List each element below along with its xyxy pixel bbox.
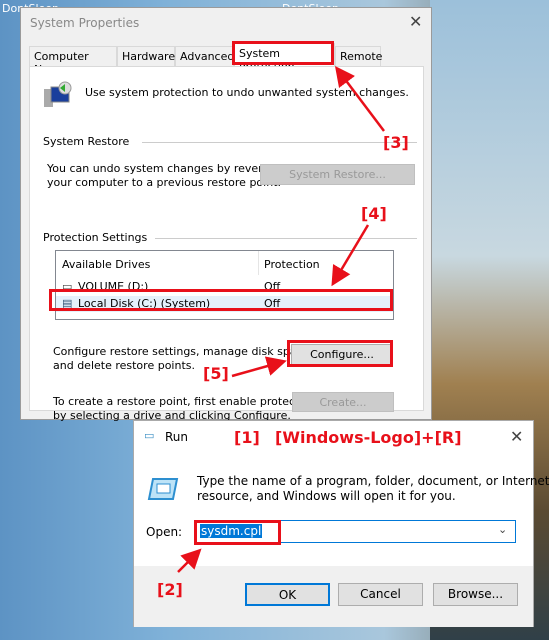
annotation-arrows [177, 66, 385, 573]
